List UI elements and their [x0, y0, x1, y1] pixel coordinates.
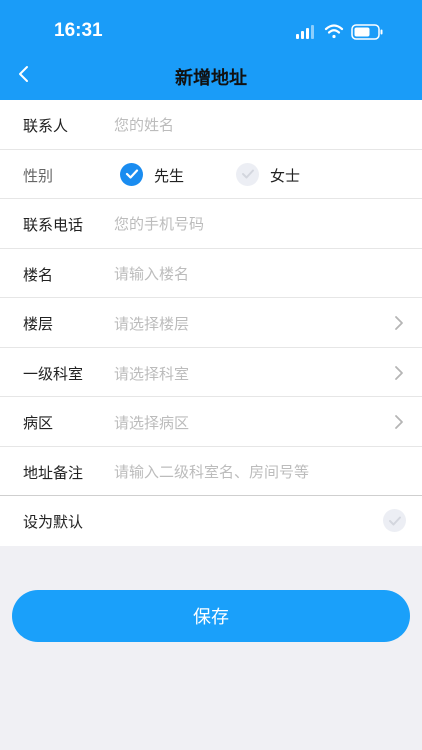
- phone-input[interactable]: [114, 214, 374, 234]
- ward-select[interactable]: 请选择病区: [114, 412, 189, 433]
- department-row[interactable]: 一级科室 请选择科室: [0, 348, 422, 397]
- chevron-right-icon: [395, 316, 403, 330]
- gender-option-label: 先生: [154, 166, 185, 185]
- gender-label: 性别: [23, 166, 54, 185]
- gender-row: 性别 先生 女士: [0, 150, 422, 199]
- default-label: 设为默认: [23, 513, 84, 531]
- nav-bar: 新增地址: [0, 52, 422, 100]
- save-button[interactable]: 保存: [12, 590, 410, 642]
- default-row: 设为默认: [0, 496, 422, 546]
- contact-label: 联系人: [23, 117, 69, 135]
- page-title: 新增地址: [175, 68, 247, 89]
- department-select[interactable]: 请选择科室: [114, 363, 189, 384]
- building-label: 楼名: [23, 265, 54, 284]
- status-icons: [296, 24, 383, 40]
- status-bar: 16:31: [0, 0, 422, 52]
- battery-icon: [351, 24, 383, 40]
- floor-select[interactable]: 请选择楼层: [114, 313, 189, 334]
- note-row: 地址备注: [0, 447, 422, 496]
- signal-icon: [296, 25, 314, 39]
- phone-row: 联系电话: [0, 199, 422, 249]
- contact-row: 联系人: [0, 100, 422, 150]
- building-input[interactable]: [114, 263, 374, 284]
- chevron-right-icon: [395, 415, 403, 429]
- wifi-icon: [324, 24, 344, 39]
- phone-label: 联系电话: [23, 216, 84, 234]
- department-label: 一级科室: [23, 364, 84, 383]
- floor-label: 楼层: [23, 315, 54, 333]
- gender-option-label: 女士: [270, 166, 301, 185]
- chevron-right-icon: [395, 365, 403, 380]
- ward-row[interactable]: 病区 请选择病区: [0, 397, 422, 447]
- address-form: 联系人 性别 先生 女士 联系电话 楼名 楼层 请选择楼层 一级科室 请选择科: [0, 100, 422, 546]
- status-time: 16:31: [54, 20, 103, 41]
- check-circle-icon: [120, 162, 143, 186]
- app-header: 16:31 新增地址: [0, 0, 422, 100]
- floor-row[interactable]: 楼层 请选择楼层: [0, 298, 422, 348]
- building-row: 楼名: [0, 249, 422, 298]
- unchecked-circle-icon: [236, 162, 259, 186]
- note-label: 地址备注: [23, 463, 84, 482]
- note-input[interactable]: [114, 461, 374, 482]
- contact-name-input[interactable]: [114, 115, 374, 135]
- ward-label: 病区: [23, 414, 54, 432]
- default-toggle-check-icon[interactable]: [383, 509, 406, 532]
